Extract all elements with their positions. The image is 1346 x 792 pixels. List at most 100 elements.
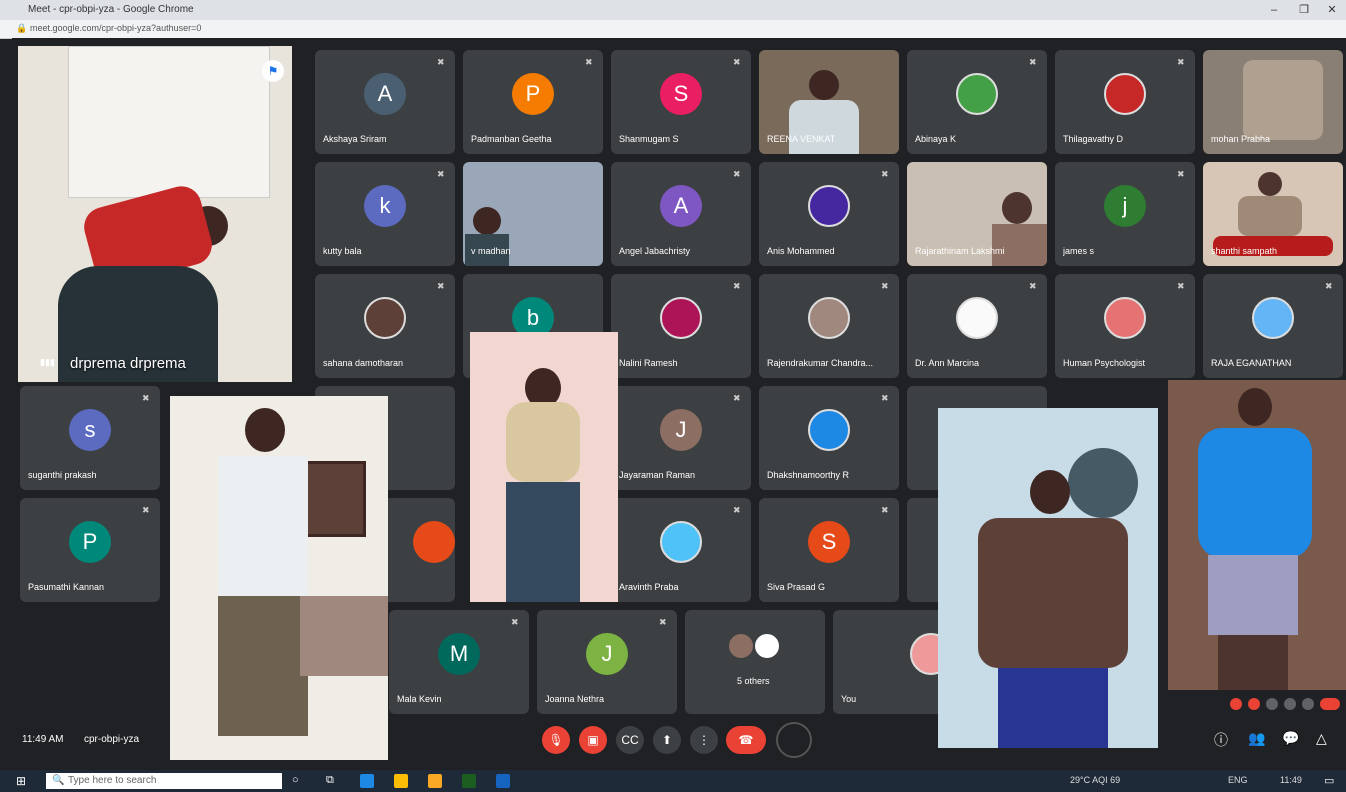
participant-name: RAJA EGANATHAN [1211,358,1292,368]
participant-tile[interactable]: P ✖ Padmanban Geetha [463,50,603,154]
participant-tile[interactable]: ✖ Nalini Ramesh [611,274,751,378]
info-icon[interactable]: ⓘ [1214,730,1228,750]
participant-tile[interactable]: s ✖ suganthi prakash [20,386,160,490]
participant-tile[interactable]: ✖ Anis Mohammed [759,162,899,266]
participant-tile[interactable]: A ✖ Akshaya Sriram [315,50,455,154]
participant-tile[interactable]: ✖ sahana damotharan [315,274,455,378]
avatar: A [660,184,702,227]
participant-name: Nalini Ramesh [619,358,678,368]
person-head [1002,192,1032,224]
address-bar[interactable]: 🔒 meet.google.com/cpr-obpi-yza?authuser=… [0,20,1346,39]
person-body [992,224,1047,266]
participant-tile[interactable]: A ✖ Angel Jabachristy [611,162,751,266]
person-head [809,70,839,100]
dot-icon [1284,698,1296,710]
participant-video[interactable] [170,396,388,760]
participant-tile[interactable]: J ✖ Joanna Nethra [537,610,677,714]
dot-icon [1302,698,1314,710]
task-view-icon[interactable]: ⧉ [326,774,334,787]
minimize-icon[interactable]: – [1264,2,1284,18]
participant-tile[interactable]: ✖ RAJA EGANATHAN [1203,274,1343,378]
word-icon[interactable] [496,774,510,788]
dot-icon [1248,698,1260,710]
banner [68,46,270,198]
captions-button[interactable]: CC [616,726,644,754]
participant-tile[interactable]: ✖ Abinaya K [907,50,1047,154]
participant-name: suganthi prakash [28,470,97,480]
participant-tile[interactable]: ✖ Aravinth Praba [611,498,751,602]
participant-video-tile[interactable]: shanthi sampath [1203,162,1343,266]
participant-tile[interactable]: S ✖ Shanmugam S [611,50,751,154]
excel-icon[interactable] [462,774,476,788]
mic-off-icon: ✖ [1177,169,1185,179]
participant-video-tile[interactable]: Rajarathinam Lakshmi [907,162,1047,266]
close-icon[interactable]: ✕ [1322,2,1342,18]
participant-tile[interactable]: ✖ Thilagavathy D [1055,50,1195,154]
url-text: meet.google.com/cpr-obpi-yza?authuser=0 [30,23,202,33]
avatar [1252,296,1294,339]
participant-name: Mala Kevin [397,694,442,704]
participant-tile[interactable]: ✖ Rajendrakumar Chandra... [759,274,899,378]
others-tile[interactable]: 5 others [685,610,825,714]
avatar: A [364,72,406,115]
avatar: j [1104,184,1146,227]
notification-icon[interactable]: ▭ [1324,774,1334,787]
participant-video-tile[interactable]: REENA VENKAT [759,50,899,154]
participant-tile[interactable]: J ✖ Jayaraman Raman [611,386,751,490]
pinned-video[interactable]: ⚑ ▮▮▮ drprema drprema [18,46,292,382]
taskbar-search[interactable]: Type here to search [46,773,282,789]
furniture [300,596,388,676]
pin-icon[interactable]: ⚑ [262,60,284,82]
participant-tile[interactable]: k ✖ kutty bala [315,162,455,266]
maximize-icon[interactable]: ❐ [1294,2,1314,18]
participant-tile[interactable]: S ✖ Siva Prasad G [759,498,899,602]
avatar [956,296,998,339]
people-icon[interactable]: 👥 [1248,730,1265,747]
dot-icon [1230,698,1242,710]
clock[interactable]: 11:49 [1280,775,1302,785]
avatar [1104,296,1146,339]
mic-off-icon: ✖ [1029,57,1037,67]
leave-call-button[interactable]: ☎ [726,726,766,754]
mic-toggle-button[interactable]: 🎙 [542,726,570,754]
participant-name: sahana damotharan [323,358,404,368]
edge-icon[interactable] [360,774,374,788]
file-explorer-icon[interactable] [428,774,442,788]
activities-icon[interactable]: △ [1316,730,1327,747]
participant-name: You [841,694,857,704]
mic-off-icon: ✖ [733,281,741,291]
cortana-icon[interactable]: ○ [292,774,299,786]
dot-icon [1266,698,1278,710]
participant-video[interactable] [938,408,1158,748]
avatar: J [660,408,702,451]
camera-toggle-button[interactable]: ▣ [579,726,607,754]
chrome-icon[interactable] [394,774,408,788]
present-button[interactable]: ⬆ [653,726,681,754]
participant-name: kutty bala [323,246,362,256]
language[interactable]: ENG [1228,775,1248,785]
participant-name: Human Psychologist [1063,358,1146,368]
weather[interactable]: 29°C AQI 69 [1070,775,1120,785]
mic-off-icon: ✖ [881,505,889,515]
windows-start-icon[interactable]: ⊞ [16,774,26,788]
participant-name: Angel Jabachristy [619,246,691,256]
mic-off-icon: ✖ [1177,57,1185,67]
mic-off-icon: ✖ [881,393,889,403]
participant-tile[interactable]: M ✖ Mala Kevin [389,610,529,714]
participant-tile[interactable]: ✖ Dhakshnamoorthy R [759,386,899,490]
participant-tile[interactable]: j ✖ james s [1055,162,1195,266]
participant-tile[interactable]: P ✖ Pasumathi Kannan [20,498,160,602]
participant-tile[interactable]: ✖ Human Psychologist [1055,274,1195,378]
avatar [808,408,850,451]
mic-off-icon: ✖ [1029,281,1037,291]
participant-video[interactable] [470,332,618,602]
participant-video[interactable] [1168,380,1346,690]
chat-icon[interactable]: 💬 [1282,730,1299,747]
participant-tile[interactable]: ✖ Dr. Ann Marcina [907,274,1047,378]
person-body [789,100,859,154]
avatar: P [512,72,554,115]
participant-video-tile[interactable]: v madhan [463,162,603,266]
participant-video-tile[interactable]: mohan Prabha [1203,50,1343,154]
more-options-button[interactable]: ⋮ [690,726,718,754]
others-count: 5 others [737,676,770,686]
